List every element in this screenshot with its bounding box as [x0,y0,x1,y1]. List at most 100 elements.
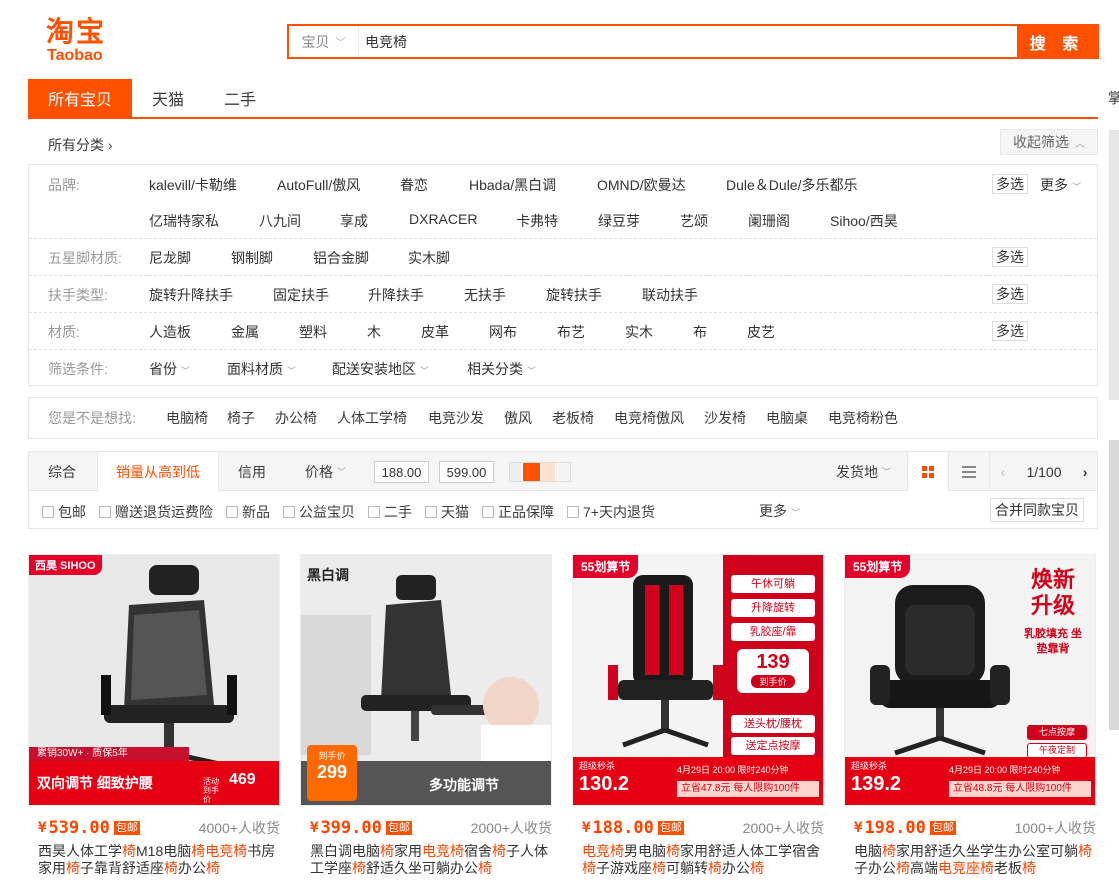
brand-option[interactable]: 眷恋 [400,175,428,195]
condition-dropdown[interactable]: 面料材质 ﹀ [227,359,296,379]
check-return-insurance[interactable]: 赠送退货运费险 [99,502,213,522]
multi-select-button[interactable]: 多选 [992,247,1028,267]
material-option[interactable]: 网布 [489,322,517,342]
more-checks-button[interactable]: 更多 ﹀ [759,501,800,521]
price-min-input[interactable] [374,461,429,483]
material-option[interactable]: 皮艺 [747,322,775,342]
price-max-input[interactable] [439,461,494,483]
suggestion-keyword[interactable]: 电竞沙发 [428,408,484,428]
checkbox[interactable] [425,506,437,518]
leg-option[interactable]: 尼龙脚 [149,248,191,268]
checkbox[interactable] [42,506,54,518]
sort-credit[interactable]: 信用 [238,452,266,491]
armrest-option[interactable]: 无扶手 [464,285,506,305]
tab-secondhand[interactable]: 二手 [204,79,276,117]
product-image[interactable]: 西昊 SIHOO 累销30W+ · 质保5年 双向调节 细致护腰 活动到手价 4… [28,554,280,806]
brand-option[interactable]: 亿瑞特家私 [149,211,219,231]
brand-option[interactable]: 艺颂 [680,211,708,231]
grid-view-button[interactable] [907,452,949,491]
product-card[interactable]: 黑白调 到手价 299 多功能调节 ¥399.00 包邮 2000+人收货 黑白调… [300,554,552,890]
all-categories-link[interactable]: 所有分类 › [48,135,113,155]
multi-select-button[interactable]: 多选 [992,321,1028,341]
brand-option[interactable]: Sihoo/西昊 [830,211,898,231]
suggestion-keyword[interactable]: 电竞椅傲风 [614,408,684,428]
product-title[interactable]: 电脑椅家用舒适久坐学生办公室可躺椅子办公椅高端电竞座椅老板椅 [854,843,1094,877]
product-title[interactable]: 黑白调电脑椅家用电竞椅宿舍椅子人体工学座椅舒适久坐可躺办公椅 [310,843,550,877]
armrest-option[interactable]: 升降扶手 [368,285,424,305]
material-option[interactable]: 布 [693,322,707,342]
suggestion-keyword[interactable]: 椅子 [227,408,255,428]
collapse-filter-button[interactable]: 收起筛选 ︿ [1000,129,1098,155]
material-option[interactable]: 人造板 [149,322,191,342]
armrest-option[interactable]: 联动扶手 [642,285,698,305]
suggestion-keyword[interactable]: 电脑桌 [766,408,808,428]
armrest-option[interactable]: 旋转升降扶手 [149,285,233,305]
merge-same-items-button[interactable]: 合并同款宝贝 [990,498,1084,522]
material-option[interactable]: 皮革 [421,322,449,342]
suggestion-keyword[interactable]: 电脑椅 [166,408,208,428]
brand-option[interactable]: kalevill/卡勒维 [149,175,237,195]
material-option[interactable]: 实木 [625,322,653,342]
sort-default[interactable]: 综合 [48,452,76,491]
condition-dropdown[interactable]: 配送安装地区 ﹀ [332,359,429,379]
armrest-option[interactable]: 旋转扶手 [546,285,602,305]
leg-option[interactable]: 实木脚 [408,248,450,268]
brand-option[interactable]: 卡弗特 [516,211,558,231]
check-7day-return[interactable]: 7+天内退货 [567,502,655,522]
brand-option[interactable]: Dule＆Dule/多乐都乐 [726,175,857,195]
product-title[interactable]: 电竞椅男电脑椅家用舒适人体工学宿舍椅子游戏座椅可躺转椅办公椅 [582,843,822,877]
sort-sales[interactable]: 销量从高到低 [97,452,219,492]
checkbox[interactable] [368,506,380,518]
suggestion-keyword[interactable]: 办公椅 [275,408,317,428]
brand-option[interactable]: OMND/欧曼达 [597,175,686,195]
list-view-button[interactable] [949,452,989,491]
armrest-option[interactable]: 固定扶手 [273,285,329,305]
prev-page-icon[interactable]: ‹ [1001,464,1006,480]
leg-option[interactable]: 铝合金脚 [313,248,369,268]
multi-select-button[interactable]: 多选 [992,174,1028,194]
brand-option[interactable]: 享成 [340,211,368,231]
ship-from-dropdown[interactable]: 发货地 ﹀ [836,452,891,491]
brand-option[interactable]: Hbada/黑白调 [469,175,556,195]
material-option[interactable]: 塑料 [299,322,327,342]
leg-option[interactable]: 钢制脚 [231,248,273,268]
tab-all[interactable]: 所有宝贝 [28,79,133,117]
material-option[interactable]: 布艺 [557,322,585,342]
check-new[interactable]: 新品 [226,502,270,522]
suggestion-keyword[interactable]: 老板椅 [552,408,594,428]
tab-tmall[interactable]: 天猫 [132,79,204,117]
product-image[interactable]: 黑白调 到手价 299 多功能调节 [300,554,552,806]
product-card[interactable]: 西昊 SIHOO 累销30W+ · 质保5年 双向调节 细致护腰 活动到手价 4… [28,554,280,890]
search-scope-select[interactable]: 宝贝 ﹀ [289,26,359,57]
brand-option[interactable]: 阑珊阁 [748,211,790,231]
product-image[interactable]: 55划算节 焕新升级 乳胶填充 坐垫靠背 七点按摩 午夜定制 超级秒杀 139.… [844,554,1096,806]
right-sidebar-ad[interactable] [1109,440,1119,730]
checkbox[interactable] [226,506,238,518]
checkbox[interactable] [283,506,295,518]
sort-price[interactable]: 价格 ﹀ [305,452,346,491]
brand-option[interactable]: 八九间 [259,211,301,231]
check-tmall[interactable]: 天猫 [425,502,469,522]
product-image[interactable]: 55划算节 午休可躺 升降旋转 乳胶座/靠 139 到手价 送头枕/腰枕 送定点… [572,554,824,806]
product-card[interactable]: 55划算节 焕新升级 乳胶填充 坐垫靠背 七点按摩 午夜定制 超级秒杀 139.… [844,554,1096,890]
more-brands-button[interactable]: 更多 ﹀ [1040,175,1081,195]
search-input[interactable] [359,26,1017,57]
material-option[interactable]: 木 [367,322,381,342]
brand-option[interactable]: AutoFull/傲风 [277,175,360,195]
next-page-icon[interactable]: › [1083,464,1088,480]
suggestion-keyword[interactable]: 人体工学椅 [337,408,407,428]
search-button[interactable]: 搜 索 [1017,26,1097,57]
check-free-shipping[interactable]: 包邮 [42,502,86,522]
suggestion-keyword[interactable]: 沙发椅 [704,408,746,428]
suggestion-keyword[interactable]: 傲风 [504,408,532,428]
right-sidebar-ad[interactable] [1109,130,1119,400]
condition-dropdown[interactable]: 省份 ﹀ [149,359,190,379]
check-charity[interactable]: 公益宝贝 [283,502,355,522]
brand-option[interactable]: DXRACER [409,211,477,227]
checkbox[interactable] [482,506,494,518]
price-distribution-bar[interactable] [509,462,571,482]
material-option[interactable]: 金属 [231,322,259,342]
brand-option[interactable]: 绿豆芽 [598,211,640,231]
multi-select-button[interactable]: 多选 [992,284,1028,304]
taobao-logo[interactable]: 淘宝 Taobao [46,16,118,66]
